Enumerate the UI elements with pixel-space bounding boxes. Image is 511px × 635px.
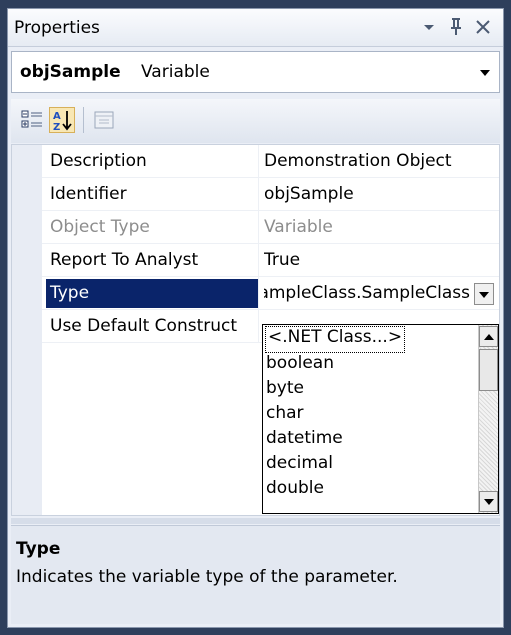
categorized-icon[interactable]: [19, 107, 45, 133]
object-name: objSample: [20, 62, 121, 82]
type-option[interactable]: <.NET Class...>: [264, 326, 406, 353]
scroll-up-arrow-icon[interactable]: [479, 326, 498, 347]
scrollbar-thumb[interactable]: [479, 349, 498, 391]
svg-text:A: A: [53, 111, 61, 122]
property-name: Description: [50, 151, 147, 171]
property-value[interactable]: Demonstration Object: [264, 151, 496, 175]
property-row-description[interactable]: Description Demonstration Object: [42, 145, 499, 178]
description-title: Type: [16, 539, 61, 559]
property-row-report-to-analyst[interactable]: Report To Analyst True: [42, 244, 499, 277]
type-option[interactable]: decimal: [266, 453, 333, 478]
dropdown-scrollbar[interactable]: [478, 325, 498, 513]
property-row-object-type[interactable]: Object Type Variable: [42, 211, 499, 244]
description-pane: Type Indicates the variable type of the …: [11, 525, 500, 624]
property-name: Identifier: [50, 184, 127, 204]
type-option[interactable]: boolean: [266, 353, 334, 378]
type-option[interactable]: char: [266, 403, 304, 428]
type-option[interactable]: double: [266, 478, 324, 503]
property-value[interactable]: objSample: [264, 184, 496, 208]
column-divider[interactable]: [258, 310, 259, 343]
scroll-down-arrow-icon[interactable]: [479, 491, 498, 512]
type-value-text[interactable]: ampleClass.SampleClass: [264, 283, 470, 303]
property-value: Variable: [264, 217, 333, 237]
chevron-down-icon[interactable]: [477, 63, 493, 81]
title-bar: Properties: [8, 9, 503, 47]
property-name: Object Type: [50, 217, 150, 237]
property-name: Use Default Construct: [50, 316, 238, 336]
property-name: Report To Analyst: [50, 250, 199, 270]
toolbar-separator: [83, 107, 84, 133]
type-dropdown-button[interactable]: [474, 283, 494, 305]
property-name: Type: [46, 279, 258, 308]
properties-toolbar: A Z: [11, 99, 500, 143]
properties-window-frame: Properties objSample Variable A Z Descri…: [0, 0, 511, 635]
object-kind: Variable: [141, 62, 210, 82]
property-row-type[interactable]: Type ampleClass.SampleClass: [42, 277, 499, 310]
close-icon[interactable]: [472, 15, 494, 39]
column-divider[interactable]: [258, 145, 259, 178]
dropdown-arrow-icon[interactable]: [418, 15, 440, 39]
pin-icon[interactable]: [445, 15, 467, 39]
type-option[interactable]: byte: [266, 378, 304, 403]
type-options-list[interactable]: <.NET Class...> boolean byte char dateti…: [262, 324, 499, 514]
property-row-identifier[interactable]: Identifier objSample: [42, 178, 499, 211]
properties-panel: Properties objSample Variable A Z Descri…: [7, 8, 504, 628]
property-value[interactable]: True: [264, 250, 496, 274]
object-selector[interactable]: objSample Variable: [11, 51, 500, 93]
column-divider[interactable]: [258, 244, 259, 277]
alphabetical-icon[interactable]: A Z: [49, 107, 75, 133]
grid-gutter: [12, 145, 42, 515]
svg-text:Z: Z: [53, 122, 60, 132]
property-pages-icon[interactable]: [91, 107, 117, 133]
description-text: Indicates the variable type of the param…: [16, 567, 398, 587]
column-divider[interactable]: [258, 277, 259, 310]
panel-title: Properties: [14, 18, 100, 38]
column-divider[interactable]: [258, 178, 259, 211]
type-value-editor[interactable]: ampleClass.SampleClass: [264, 279, 496, 308]
type-option[interactable]: datetime: [266, 428, 343, 453]
column-divider[interactable]: [258, 211, 259, 244]
description-splitter[interactable]: [11, 518, 500, 524]
